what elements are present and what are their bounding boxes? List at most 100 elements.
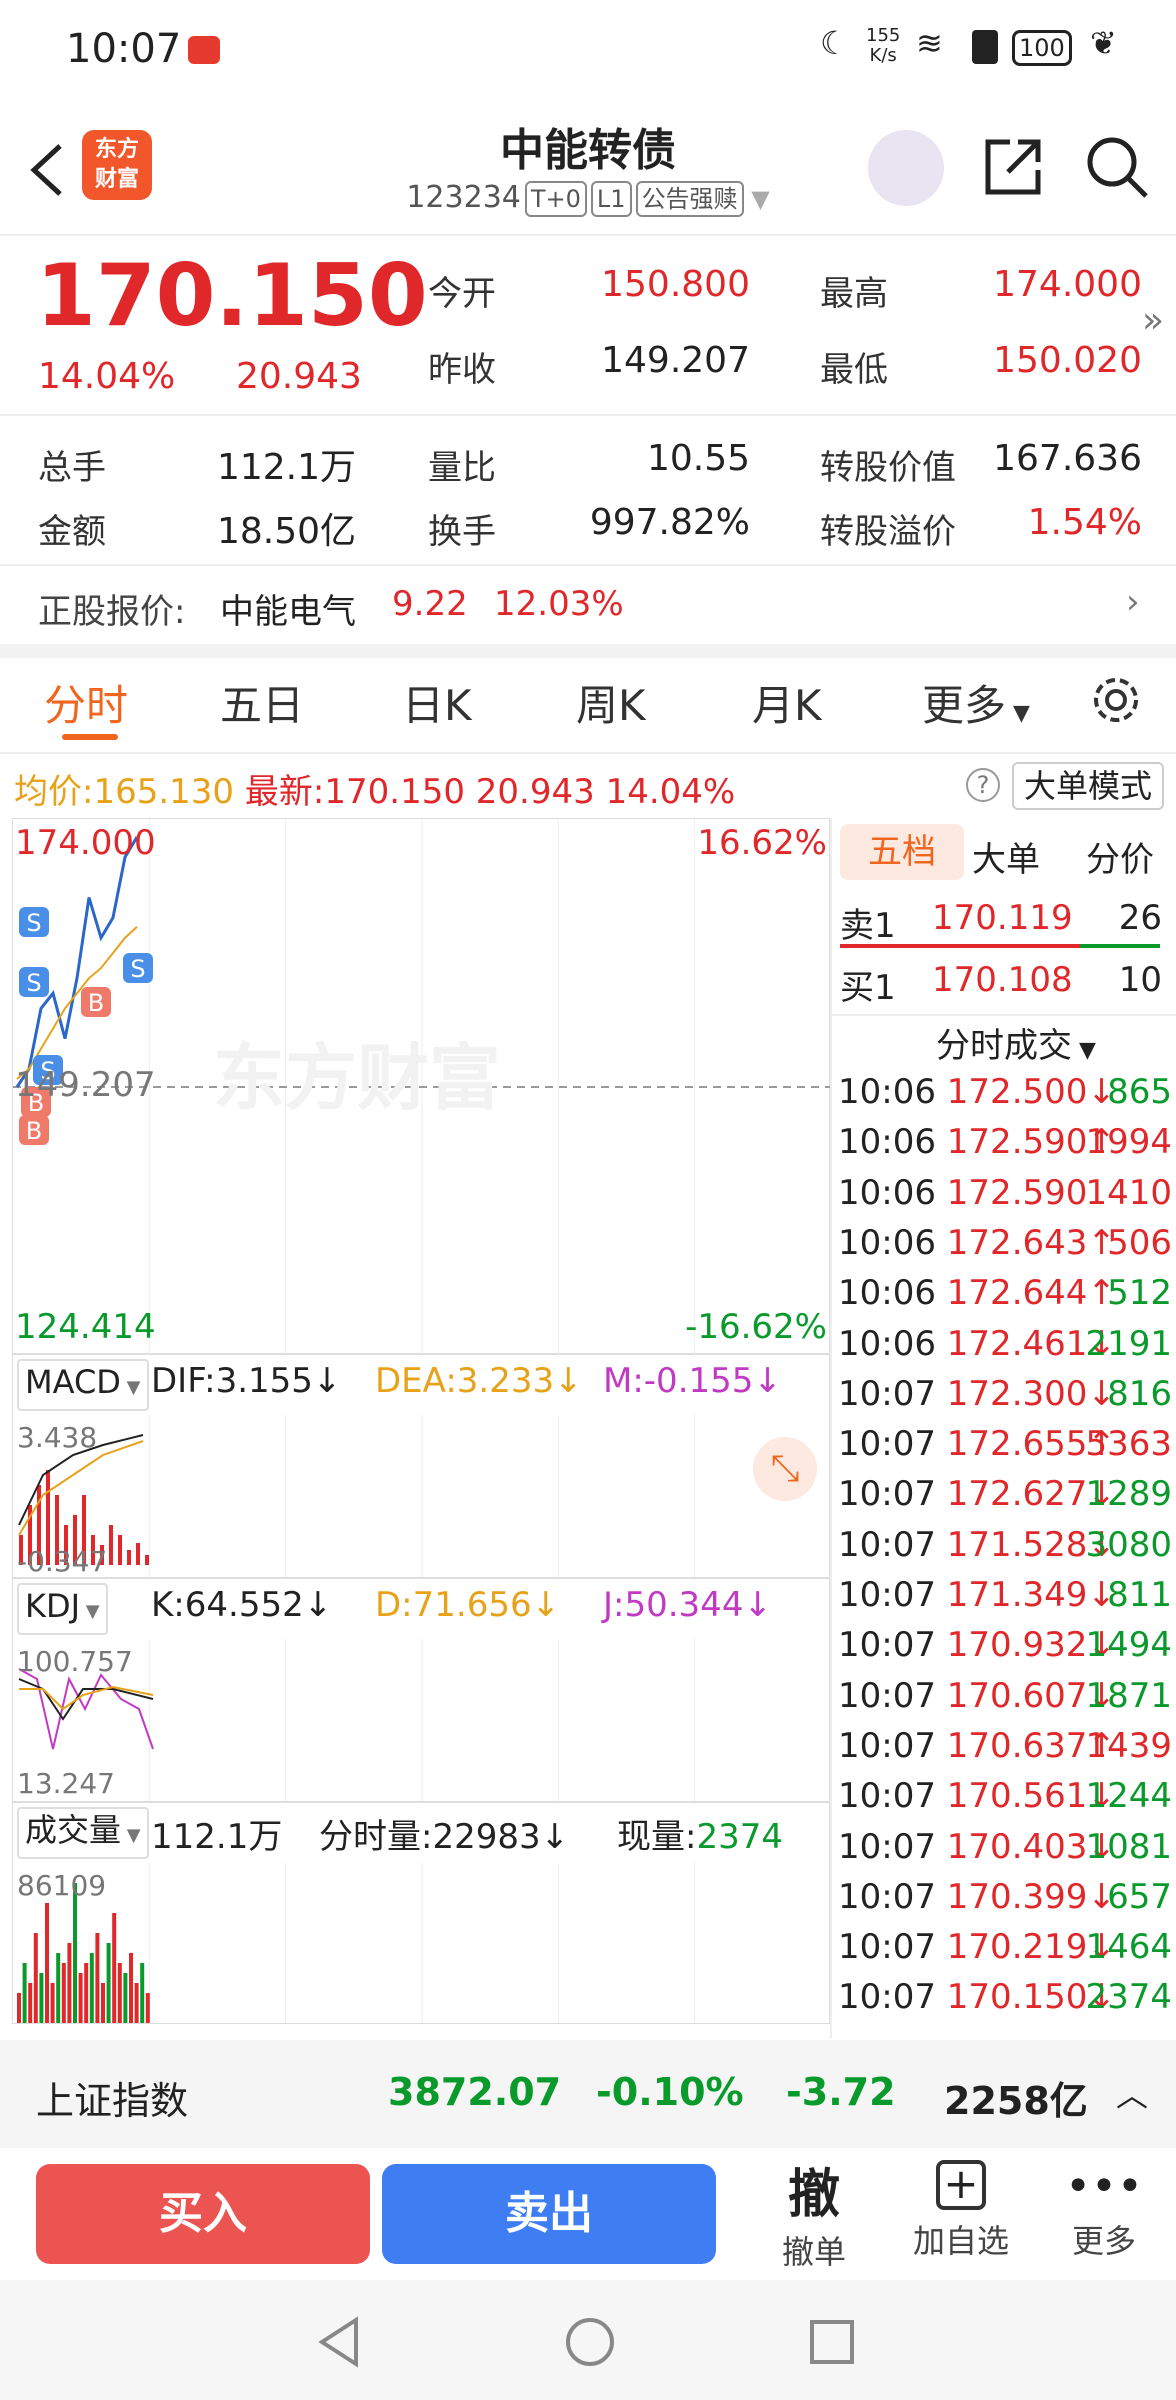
trades-title[interactable]: 分时成交 ▼ [936, 1018, 1096, 1067]
volume-bar [145, 1993, 150, 2023]
nav-recent-icon[interactable] [808, 2318, 856, 2366]
tag-t0: T+0 [524, 180, 587, 217]
avg-value: 165.130 [93, 772, 235, 812]
macd-bar [127, 1550, 131, 1565]
last-label: 最新: [244, 772, 325, 812]
settings-gear-icon[interactable] [1090, 674, 1142, 726]
kdj-k: K:64.552↓ [151, 1585, 333, 1625]
open-value: 150.800 [601, 264, 750, 305]
more-label: 更多 [1071, 2222, 1136, 2260]
macd-bottom-label: -0.347 [17, 1545, 108, 1578]
trade-time: 10:07 [838, 1575, 936, 1615]
sell-marker-label: S [26, 969, 41, 997]
trade-time: 10:07 [838, 1373, 936, 1414]
tag-l1[interactable]: L1 [590, 180, 632, 217]
trade-volume: 1994 [1085, 1122, 1172, 1163]
tab-more[interactable]: 更多 ▼ [922, 672, 1030, 733]
chevron-up-icon[interactable]: ︿ [1116, 2070, 1148, 2116]
tab-weekly-k[interactable]: 周K [576, 672, 646, 733]
trade-volume: 1081 [1085, 1826, 1172, 1867]
tab-price-dist[interactable]: 分价 [1086, 832, 1154, 881]
chevron-down-icon[interactable]: ▼ [744, 185, 769, 213]
open-label: 今开 [428, 274, 496, 314]
turnover-value: 997.82% [589, 502, 750, 543]
macd-top-label: 3.438 [17, 1421, 98, 1454]
help-icon[interactable]: ? [966, 768, 1000, 802]
volume-panel[interactable]: 成交量 ▼ 112.1万 分时量:22983↓ 现量:2374 86109 [12, 1802, 830, 2024]
tab-daily-k[interactable]: 日K [402, 672, 472, 733]
battery-icon: 100 [1012, 30, 1072, 66]
underlying-stock-row[interactable]: 正股报价: 中能电气 9.22 12.03% › [0, 566, 1176, 644]
trade-volume: 1464 [1085, 1927, 1172, 1968]
index-bar[interactable]: 上证指数 3872.07 -0.10% -3.72 2258亿 ︿ [0, 2040, 1176, 2148]
system-nav-bar [0, 2280, 1176, 2400]
trade-volume: 1289 [1085, 1474, 1172, 1515]
sell1-price: 170.119 [932, 898, 1073, 938]
macd-panel[interactable]: MACD ▼ DIF:3.155↓ DEA:3.233↓ M:-0.155↓ 3… [12, 1354, 830, 1578]
status-time: 10:07 [66, 26, 182, 72]
volume-bar [22, 1963, 27, 2023]
big-order-mode-button[interactable]: 大单模式 [1012, 762, 1165, 810]
tab-intraday[interactable]: 分时 [44, 672, 128, 733]
trade-volume: 811 [1107, 1575, 1172, 1615]
tag-notice[interactable]: 公告强赎 [635, 180, 744, 217]
trade-time: 10:06 [838, 1122, 936, 1163]
volume-total: 112.1万 [151, 1817, 283, 1857]
share-icon[interactable] [980, 134, 1046, 200]
chevron-right-double-icon[interactable]: » [1142, 300, 1164, 341]
add-watchlist-button[interactable]: + 加自选 [906, 2160, 1016, 2262]
trade-row: 10:06 172.590 1410 [838, 1173, 1172, 1213]
last-change: 20.943 [475, 772, 595, 812]
trade-volume: 3080 [1085, 1524, 1172, 1565]
change-value: 20.943 [236, 356, 362, 397]
underlying-price: 9.22 [392, 584, 468, 624]
moon-icon: ☾ [820, 24, 849, 62]
alert-icon [972, 30, 998, 64]
search-icon[interactable] [1084, 134, 1150, 200]
macd-selector[interactable]: MACD ▼ [17, 1359, 149, 1411]
trade-row: 10:06 172.590↑ 1994 [838, 1122, 1172, 1162]
index-amount: 2258亿 [944, 2079, 1088, 2123]
cancel-order-button[interactable]: 撤 撤单 [772, 2152, 856, 2273]
trade-row: 10:06 172.644↑ 512 [838, 1273, 1172, 1313]
tab-five-day[interactable]: 五日 [220, 672, 304, 733]
volume-bar [73, 1883, 77, 2023]
trade-time: 10:06 [838, 1273, 936, 1314]
assistant-robot-icon[interactable] [868, 130, 944, 206]
trade-price: 170.399↓ [935, 1876, 1116, 1917]
trade-row: 10:07 170.219↓ 1464 [838, 1927, 1172, 1967]
trade-row: 10:07 171.349↓ 811 [838, 1575, 1172, 1615]
kdj-j: J:50.344↓ [603, 1585, 772, 1625]
trade-row: 10:07 170.403↓ 1081 [838, 1827, 1172, 1867]
volume-selector[interactable]: 成交量 ▼ [17, 1807, 149, 1859]
kdj-panel[interactable]: KDJ ▼ K:64.552↓ D:71.656↓ J:50.344↓ 100.… [12, 1578, 830, 1802]
sell-button[interactable]: 卖出 [382, 2164, 716, 2264]
conversion-value-label: 转股价值 [820, 448, 956, 488]
nav-back-icon[interactable] [316, 2316, 364, 2368]
volume-bar [123, 1973, 128, 2023]
tab-monthly-k[interactable]: 月K [752, 672, 822, 733]
more-button[interactable]: ••• 更多 [1064, 2160, 1144, 2262]
premium-label: 转股溢价 [820, 512, 956, 552]
volume-bar [78, 1973, 83, 2023]
volume-bar [67, 1943, 72, 2023]
expand-icon[interactable]: ⤡ [753, 1437, 817, 1501]
ymax-label: 174.000 [15, 823, 156, 863]
volume-bar [56, 1953, 61, 2023]
plus-box-icon: + [936, 2160, 986, 2210]
tab-five-level[interactable]: 五档 [840, 824, 964, 880]
trade-row: 10:07 171.528↓ 3080 [838, 1525, 1172, 1565]
kdj-selector[interactable]: KDJ ▼ [17, 1583, 108, 1635]
nav-home-icon[interactable] [564, 2316, 616, 2368]
last-price: 170.150 [36, 246, 428, 346]
buy-button[interactable]: 买入 [36, 2164, 370, 2264]
intraday-chart[interactable]: SSSSBBB 东方财富 174.000 16.62% 149.207 124.… [12, 818, 831, 1355]
high-label: 最高 [820, 274, 888, 314]
low-label: 最低 [820, 350, 888, 390]
volume-now: 现量:2374 [617, 1817, 783, 1857]
tab-big-order[interactable]: 大单 [972, 832, 1040, 881]
trade-time: 10:07 [838, 1424, 936, 1465]
trade-volume: 816 [1107, 1373, 1172, 1414]
status-bar: 10:07 ☾ 155 K/s ≋ 100 ❦ [0, 0, 1176, 100]
more-dots-icon: ••• [1065, 2161, 1143, 2212]
